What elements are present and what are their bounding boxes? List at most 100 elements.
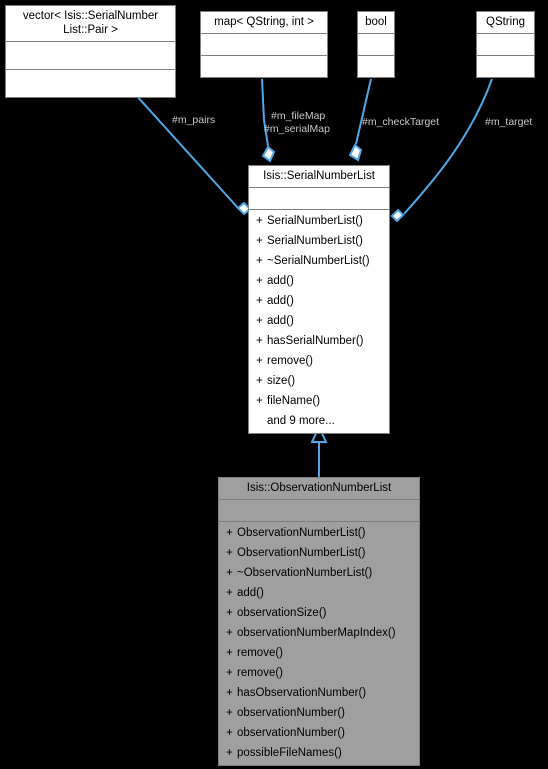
edge-m-target <box>390 78 493 223</box>
operations-more-label[interactable]: and 9 more... <box>249 411 389 431</box>
class-box-observation-number-list[interactable]: Isis::ObservationNumberList +Observation… <box>218 477 420 766</box>
class-operations-qstring <box>477 56 534 77</box>
class-title-vector-pair: vector< Isis::SerialNumber List::Pair > <box>6 6 175 42</box>
operation-visibility: + <box>226 527 233 539</box>
operation-name: observationNumber() <box>237 707 346 719</box>
operation-row[interactable]: + remove() <box>219 643 419 663</box>
class-box-map-qstring-int[interactable]: map< QString, int > <box>200 11 328 78</box>
operation-name: hasSerialNumber() <box>267 335 364 347</box>
class-title-line1: vector< Isis::SerialNumber <box>22 10 159 22</box>
operation-name: add() <box>267 295 294 307</box>
class-title-observation-number-list: Isis::ObservationNumberList <box>219 478 419 500</box>
operation-row[interactable]: + remove() <box>219 663 419 683</box>
operation-visibility: + <box>256 375 263 387</box>
class-title-bool: bool <box>358 12 394 34</box>
operation-name: possibleFileNames() <box>237 747 342 759</box>
operation-name: remove() <box>267 355 314 367</box>
edge-inheritance <box>310 424 328 477</box>
class-operations-map-qstring-int <box>201 56 327 77</box>
operation-visibility: + <box>226 687 233 699</box>
operation-row[interactable]: + observationSize() <box>219 603 419 623</box>
operation-visibility: + <box>226 587 233 599</box>
edge-m-pairs <box>125 83 252 216</box>
operation-visibility: + <box>256 215 263 227</box>
uml-diagram-canvas: #m_pairs #m_fileMap #m_serialMap #m_chec… <box>0 0 548 769</box>
operation-name: observationNumber() <box>237 727 346 739</box>
operation-row[interactable]: + add() <box>219 583 419 603</box>
operation-visibility: + <box>226 547 233 559</box>
operation-name: add() <box>237 587 264 599</box>
operation-name: size() <box>267 375 296 387</box>
class-operations-vector-pair <box>6 70 175 97</box>
class-title-serial-number-list: Isis::SerialNumberList <box>249 166 389 188</box>
operation-name: add() <box>267 275 294 287</box>
class-attributes-bool <box>358 34 394 56</box>
class-operations-serial-number-list: + SerialNumberList() + SerialNumberList() … <box>249 210 389 433</box>
edge-label-m-serialmap: #m_serialMap <box>264 123 330 135</box>
operation-row[interactable]: + add() <box>249 271 389 291</box>
operation-visibility: + <box>256 235 263 247</box>
class-attributes-serial-number-list <box>249 188 389 210</box>
operation-row[interactable]: + observationNumber() <box>219 723 419 743</box>
class-box-bool[interactable]: bool <box>357 11 395 78</box>
operation-row[interactable]: + add() <box>249 291 389 311</box>
operation-row[interactable]: + SerialNumberList() <box>249 211 389 231</box>
operation-name: SerialNumberList() <box>267 215 363 227</box>
operation-visibility: + <box>226 607 233 619</box>
class-operations-observation-number-list: + ObservationNumberList() + ObservationNum… <box>219 522 419 765</box>
operation-visibility: + <box>226 647 233 659</box>
operation-name: observationSize() <box>237 607 327 619</box>
operation-row[interactable]: + SerialNumberList() <box>249 231 389 251</box>
operation-visibility: + <box>256 335 263 347</box>
class-title-line2: List::Pair > <box>63 24 118 36</box>
operation-visibility: + <box>226 727 233 739</box>
operation-row[interactable]: + ~ObservationNumberList() <box>219 563 419 583</box>
operation-row[interactable]: + ObservationNumberList() <box>219 543 419 563</box>
operation-visibility: + <box>256 295 263 307</box>
operation-row[interactable]: + remove() <box>249 351 389 371</box>
class-box-qstring[interactable]: QString <box>476 11 535 78</box>
operation-row[interactable]: + observationNumber() <box>219 703 419 723</box>
operation-name: ObservationNumberList() <box>237 547 366 559</box>
class-title-qstring: QString <box>477 12 534 34</box>
class-attributes-observation-number-list <box>219 500 419 522</box>
edge-label-m-filemap: #m_fileMap <box>271 110 326 122</box>
operation-row[interactable]: + possibleFileNames() <box>219 743 419 763</box>
operation-name: ~SerialNumberList() <box>267 255 370 267</box>
operation-visibility: + <box>226 567 233 579</box>
operation-name: remove() <box>237 667 284 679</box>
class-attributes-map-qstring-int <box>201 34 327 56</box>
operation-visibility: + <box>256 255 263 267</box>
operation-name: remove() <box>237 647 284 659</box>
operation-row[interactable]: + hasSerialNumber() <box>249 331 389 351</box>
operation-name: fileName() <box>267 395 321 407</box>
class-operations-bool <box>358 56 394 77</box>
edge-label-m-pairs: #m_pairs <box>172 114 216 126</box>
operation-row[interactable]: + ObservationNumberList() <box>219 523 419 543</box>
operation-row[interactable]: + hasObservationNumber() <box>219 683 419 703</box>
operation-name: observationNumberMapIndex() <box>237 627 396 639</box>
operation-name: ObservationNumberList() <box>237 527 366 539</box>
class-attributes-qstring <box>477 34 534 56</box>
class-attributes-vector-pair <box>6 42 175 70</box>
operation-visibility: + <box>256 395 263 407</box>
operation-name: add() <box>267 315 294 327</box>
edge-label-m-checktarget: #m_checkTarget <box>362 116 440 128</box>
edge-label-m-target: #m_target <box>485 116 533 128</box>
operation-visibility: + <box>226 707 233 719</box>
operation-visibility: + <box>256 355 263 367</box>
operation-row[interactable]: + observationNumberMapIndex() <box>219 623 419 643</box>
operation-visibility: + <box>226 747 233 759</box>
operation-visibility: + <box>256 275 263 287</box>
operation-name: ~ObservationNumberList() <box>237 567 373 579</box>
operation-row[interactable]: + add() <box>249 311 389 331</box>
operation-name: SerialNumberList() <box>267 235 363 247</box>
operation-row[interactable]: + ~SerialNumberList() <box>249 251 389 271</box>
operation-visibility: + <box>256 315 263 327</box>
class-box-serial-number-list[interactable]: Isis::SerialNumberList +SerialNumberList… <box>248 165 390 434</box>
class-box-vector-pair[interactable]: vector< Isis::SerialNumber List::Pair > <box>5 5 176 98</box>
operation-visibility: + <box>226 627 233 639</box>
operation-name: hasObservationNumber() <box>237 687 367 699</box>
operation-row[interactable]: + fileName() <box>249 391 389 411</box>
operation-row[interactable]: + size() <box>249 371 389 391</box>
